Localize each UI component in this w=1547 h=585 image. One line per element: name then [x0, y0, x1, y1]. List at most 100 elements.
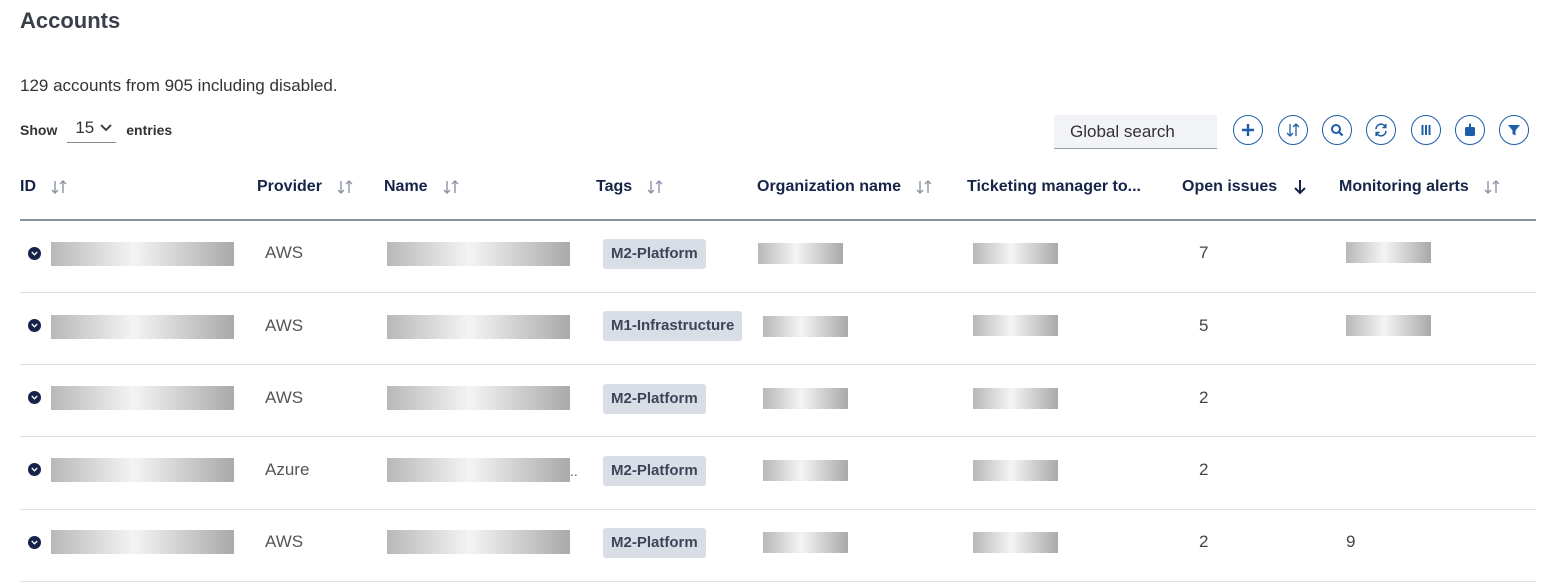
provider-cell: Azure	[265, 460, 310, 479]
global-search-input[interactable]	[1054, 115, 1217, 149]
chevron-down-icon	[31, 467, 38, 472]
column-header-tags[interactable]: Tags	[596, 178, 664, 196]
redacted-organization	[763, 316, 848, 337]
provider-cell: AWS	[265, 388, 304, 407]
column-header-ticketing-manager[interactable]: Ticketing manager to...	[967, 178, 1141, 196]
sort-icon	[337, 180, 353, 194]
redacted-ticketing-manager	[973, 243, 1058, 264]
column-header-monitoring-alerts[interactable]: Monitoring alerts	[1339, 178, 1501, 196]
chevron-down-icon	[31, 395, 38, 400]
sort-icon	[51, 180, 67, 194]
open-issues-cell: 2	[1199, 388, 1209, 407]
search-button[interactable]	[1322, 115, 1352, 145]
redacted-monitoring-alerts	[1346, 315, 1431, 336]
tag-badge[interactable]: M2-Platform	[603, 456, 706, 486]
export-icon	[1465, 123, 1475, 136]
redacted-id	[51, 242, 234, 266]
redacted-name	[387, 315, 570, 339]
refresh-icon	[1375, 123, 1387, 137]
open-issues-cell: 2	[1199, 532, 1209, 551]
redacted-organization	[763, 532, 848, 553]
expand-row-button[interactable]	[28, 463, 41, 476]
plus-icon	[1242, 124, 1254, 136]
sort-icon	[916, 180, 932, 194]
column-header-label: Name	[384, 178, 428, 195]
column-header-label: ID	[20, 178, 36, 195]
redacted-id	[51, 386, 234, 410]
expand-row-button[interactable]	[28, 247, 41, 260]
open-issues-cell: 2	[1199, 460, 1209, 479]
chevron-down-icon	[100, 124, 112, 132]
column-header-open-issues[interactable]: Open issues	[1182, 178, 1309, 196]
show-label: Show	[20, 121, 58, 138]
accounts-summary: 129 accounts from 905 including disabled…	[20, 76, 338, 95]
sort-icon	[1484, 180, 1500, 194]
entries-label: entries	[126, 121, 173, 138]
redacted-name	[387, 242, 570, 266]
expand-row-button[interactable]	[28, 536, 41, 549]
column-header-label: Open issues	[1182, 178, 1278, 195]
sort-button[interactable]	[1278, 115, 1308, 145]
header-divider	[20, 219, 1536, 221]
refresh-button[interactable]	[1366, 115, 1396, 145]
redacted-name	[387, 386, 570, 410]
redacted-id	[51, 458, 234, 482]
entries-select[interactable]: 15	[67, 116, 117, 143]
column-header-label: Organization name	[757, 178, 902, 195]
redacted-name	[387, 530, 570, 554]
redacted-ticketing-manager	[973, 532, 1058, 553]
redacted-monitoring-alerts	[1346, 242, 1431, 263]
chevron-down-icon	[31, 540, 38, 545]
redacted-ticketing-manager	[973, 315, 1058, 336]
column-header-label: Ticketing manager to...	[967, 178, 1141, 195]
add-account-button[interactable]	[1233, 115, 1263, 145]
columns-button[interactable]	[1411, 115, 1441, 145]
monitoring-alerts-cell: 9	[1346, 532, 1356, 551]
tag-badge[interactable]: M2-Platform	[603, 528, 706, 558]
redacted-name	[387, 458, 570, 482]
row-divider	[20, 509, 1536, 510]
expand-row-button[interactable]	[28, 391, 41, 404]
redacted-id	[51, 530, 234, 554]
row-divider	[20, 436, 1536, 437]
column-header-name[interactable]: Name	[384, 178, 460, 196]
column-header-label: Tags	[596, 178, 633, 195]
columns-icon	[1421, 125, 1431, 135]
name-truncation-marker: ..	[570, 463, 578, 479]
provider-cell: AWS	[265, 243, 304, 262]
row-divider	[20, 364, 1536, 365]
column-header-label: Monitoring alerts	[1339, 178, 1469, 195]
redacted-organization	[763, 388, 848, 409]
column-header-provider[interactable]: Provider	[257, 178, 354, 196]
row-divider	[20, 581, 1536, 582]
expand-row-button[interactable]	[28, 319, 41, 332]
filter-button[interactable]	[1499, 115, 1529, 145]
arrow-down-icon	[1294, 180, 1306, 195]
page-title: Accounts	[20, 8, 121, 33]
redacted-organization	[758, 243, 843, 264]
redacted-ticketing-manager	[973, 460, 1058, 481]
export-button[interactable]	[1455, 115, 1485, 145]
column-header-label: Provider	[257, 178, 322, 195]
row-divider	[20, 292, 1536, 293]
search-icon	[1331, 124, 1344, 137]
redacted-id	[51, 315, 234, 339]
sort-icon	[443, 180, 459, 194]
tag-badge[interactable]: M2-Platform	[603, 384, 706, 414]
provider-cell: AWS	[265, 316, 304, 335]
chevron-down-icon	[31, 251, 38, 256]
tag-badge[interactable]: M1-Infrastructure	[603, 311, 743, 341]
entries-select-value: 15	[75, 118, 95, 137]
provider-cell: AWS	[265, 532, 304, 551]
column-header-organization-name[interactable]: Organization name	[757, 178, 933, 196]
redacted-organization	[763, 460, 848, 481]
column-header-id[interactable]: ID	[20, 178, 68, 196]
sort-icon	[647, 180, 663, 194]
redacted-ticketing-manager	[973, 388, 1058, 409]
sort-icon	[1286, 123, 1300, 137]
chevron-down-icon	[31, 323, 38, 328]
open-issues-cell: 5	[1199, 316, 1209, 335]
tag-badge[interactable]: M2-Platform	[603, 239, 706, 269]
entries-control: Show 15 entries	[20, 116, 172, 143]
open-issues-cell: 7	[1199, 243, 1209, 262]
